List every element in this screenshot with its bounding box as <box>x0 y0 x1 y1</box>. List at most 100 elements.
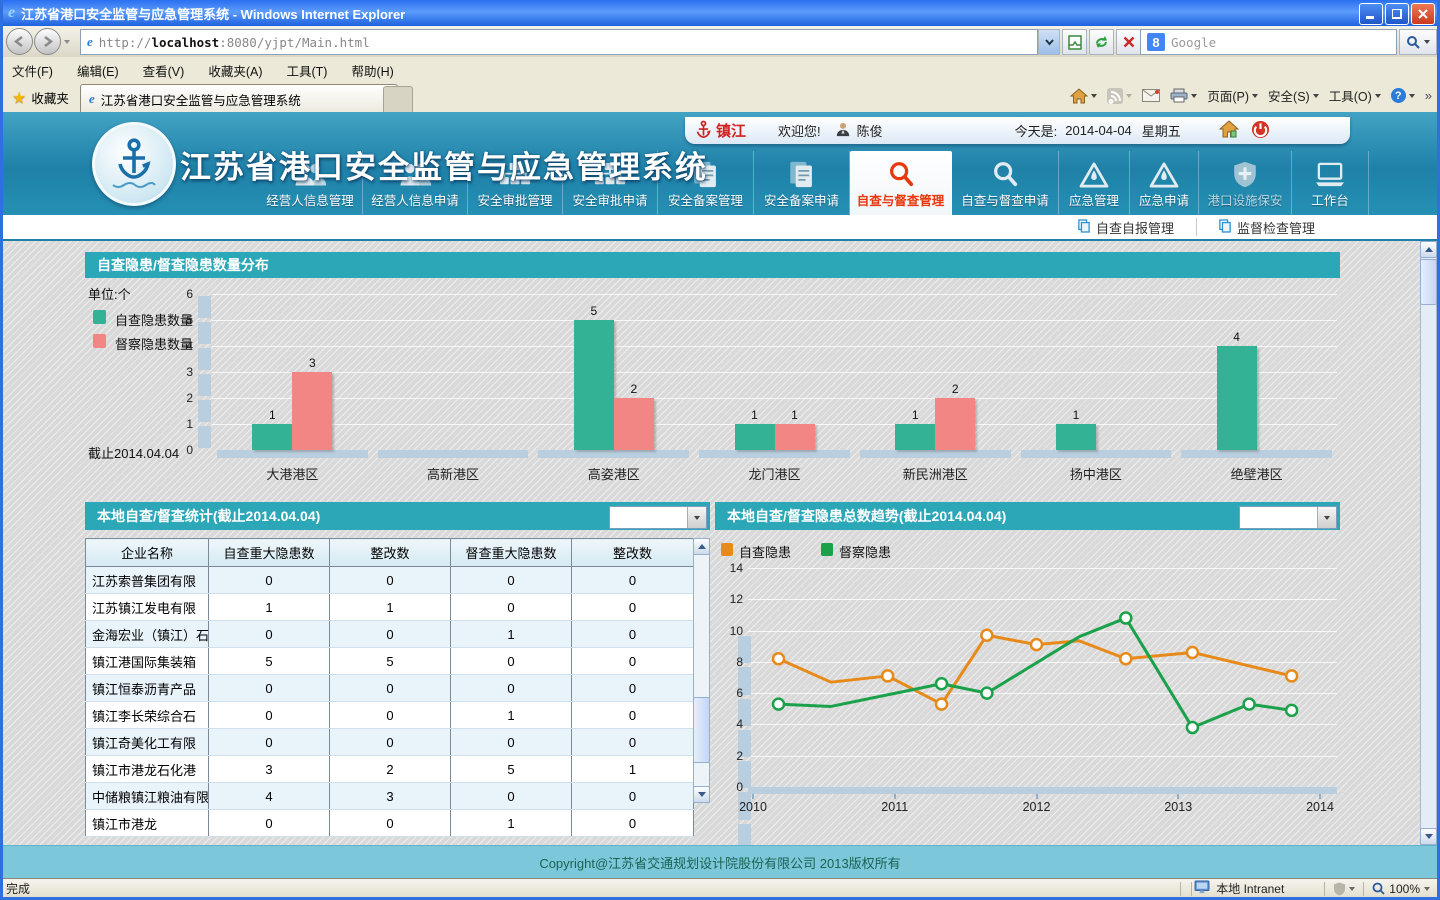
logout-power-icon[interactable] <box>1251 120 1270 142</box>
tab-active[interactable]: e 江苏省港口安全监管与应急管理系统 <box>80 84 398 113</box>
stats-table-filter-dropdown[interactable] <box>609 506 707 529</box>
value-cell: 5 <box>209 648 330 675</box>
nav-item-label: 安全备案管理 <box>668 190 743 209</box>
subnav-item-1[interactable]: 监督检查管理 <box>1196 218 1337 236</box>
nav-item-8[interactable]: 应急管理 <box>1059 151 1130 215</box>
user-name[interactable]: 陈俊 <box>857 121 883 140</box>
nav-item-label: 自查与督查管理 <box>857 190 945 209</box>
feeds-button[interactable] <box>1107 88 1132 104</box>
warning-icon <box>1149 152 1179 188</box>
value-cell: 2 <box>330 756 451 783</box>
table-row[interactable]: 镇江市港龙石化港3251 <box>86 756 694 783</box>
menu-item-4[interactable]: 工具(T) <box>274 57 339 83</box>
table-row[interactable]: 镇江恒泰沥青产品0000 <box>86 675 694 702</box>
doc-icon <box>788 152 816 188</box>
compatibility-view-button[interactable] <box>1062 29 1087 55</box>
protected-mode-icon[interactable] <box>1333 882 1355 896</box>
table-row[interactable]: 镇江港国际集装箱5500 <box>86 648 694 675</box>
trend-point <box>936 699 947 710</box>
mail-button[interactable] <box>1142 89 1160 102</box>
trend-line-1 <box>779 618 1292 728</box>
value-cell: 5 <box>451 756 572 783</box>
value-cell: 0 <box>572 702 694 729</box>
history-dropdown-icon[interactable] <box>64 40 70 44</box>
value-cell: 0 <box>572 783 694 810</box>
table-scroll-thumb[interactable] <box>693 697 710 763</box>
table-row[interactable]: 镇江奇美化工有限0000 <box>86 729 694 756</box>
trend-point <box>882 670 893 681</box>
forward-button[interactable] <box>34 28 61 55</box>
bar-baseline-segment <box>378 450 529 458</box>
status-text: 完成 <box>6 880 30 897</box>
menu-item-3[interactable]: 收藏夹(A) <box>196 57 274 83</box>
nav-item-6[interactable]: 自查与督查管理 <box>850 151 952 215</box>
nav-item-11[interactable]: 工作台 <box>1292 151 1369 215</box>
overflow-chevron-icon[interactable]: » <box>1425 88 1432 103</box>
value-cell: 4 <box>209 783 330 810</box>
bar-self-check <box>252 424 292 450</box>
page-scroll-up-icon[interactable] <box>1420 241 1437 258</box>
table-row[interactable]: 金海宏业（镇江）石0010 <box>86 621 694 648</box>
trend-point <box>981 688 992 699</box>
bar-gridline <box>212 346 1337 347</box>
minimize-button[interactable] <box>1359 3 1383 25</box>
table-scroll-up-icon[interactable] <box>693 538 710 555</box>
nav-item-10[interactable]: 港口设施保安 <box>1199 151 1292 215</box>
value-cell: 0 <box>451 594 572 621</box>
page-footer: Copyright@江苏省交通规划设计院股份有限公司 2013版权所有 <box>0 845 1440 879</box>
help-menu[interactable]: ? <box>1391 88 1415 103</box>
subnav-item-label: 自查自报管理 <box>1096 218 1174 237</box>
value-cell: 3 <box>330 783 451 810</box>
search-button[interactable] <box>1399 29 1437 55</box>
table-row[interactable]: 中储粮镇江粮油有限4300 <box>86 783 694 810</box>
stop-button[interactable] <box>1116 29 1141 55</box>
back-button[interactable] <box>6 28 33 55</box>
menu-item-1[interactable]: 编辑(E) <box>65 57 131 83</box>
zoom-control[interactable]: 100% <box>1372 882 1430 896</box>
maximize-button[interactable] <box>1385 3 1409 25</box>
value-cell: 0 <box>451 729 572 756</box>
nav-item-5[interactable]: 安全备案申请 <box>754 151 850 215</box>
today-weekday: 星期五 <box>1142 121 1181 140</box>
address-input[interactable]: e http://localhost:8080/yjpt/Main.html <box>80 29 1038 55</box>
safety-menu[interactable]: 安全(S) <box>1268 86 1319 105</box>
home-button[interactable] <box>1070 88 1097 104</box>
new-tab-stub[interactable] <box>383 86 413 113</box>
search-input[interactable]: 8 Google <box>1140 29 1397 55</box>
bar-value-label: 4 <box>1217 330 1257 344</box>
tab-ie-icon: e <box>89 91 95 107</box>
home-shortcut-icon[interactable] <box>1219 120 1239 141</box>
address-dropdown-button[interactable] <box>1038 29 1060 55</box>
title-bar[interactable]: e 江苏省港口安全监管与应急管理系统 - Windows Internet Ex… <box>0 0 1440 26</box>
table-row[interactable]: 江苏索普集团有限0000 <box>86 567 694 594</box>
table-scroll-down-icon[interactable] <box>693 786 710 803</box>
menu-item-2[interactable]: 查看(V) <box>131 57 197 83</box>
table-row[interactable]: 镇江李长荣综合石0010 <box>86 702 694 729</box>
nav-item-9[interactable]: 应急申请 <box>1130 151 1199 215</box>
page-menu[interactable]: 页面(P) <box>1207 86 1258 105</box>
user-avatar <box>835 121 851 140</box>
refresh-button[interactable] <box>1089 29 1114 55</box>
page-scrollbar[interactable] <box>1420 241 1437 845</box>
print-button[interactable] <box>1170 88 1197 103</box>
bar-gridline <box>212 320 1337 321</box>
table-scrollbar[interactable] <box>693 538 710 803</box>
menu-item-5[interactable]: 帮助(H) <box>339 57 405 83</box>
tools-menu[interactable]: 工具(O) <box>1329 86 1381 105</box>
subnav-item-0[interactable]: 自查自报管理 <box>1056 218 1196 236</box>
favorites-button[interactable]: ★ 收藏夹 <box>4 86 77 109</box>
table-row[interactable]: 江苏镇江发电有限1100 <box>86 594 694 621</box>
table-col-header-2: 整改数 <box>330 539 451 567</box>
bar-baseline-segment <box>1181 450 1332 458</box>
nav-item-7[interactable]: 自查与督查申请 <box>952 151 1059 215</box>
table-row[interactable]: 镇江市港龙0010 <box>86 810 694 837</box>
value-cell: 1 <box>451 810 572 837</box>
value-cell: 0 <box>330 702 451 729</box>
doc-copy-icon <box>1219 219 1231 236</box>
page-scroll-down-icon[interactable] <box>1420 828 1437 845</box>
shield-icon <box>1232 152 1258 188</box>
page-scroll-thumb[interactable] <box>1420 259 1437 305</box>
bar-baseline-segment <box>217 450 368 458</box>
menu-item-0[interactable]: 文件(F) <box>0 57 65 83</box>
close-button[interactable] <box>1411 3 1435 25</box>
